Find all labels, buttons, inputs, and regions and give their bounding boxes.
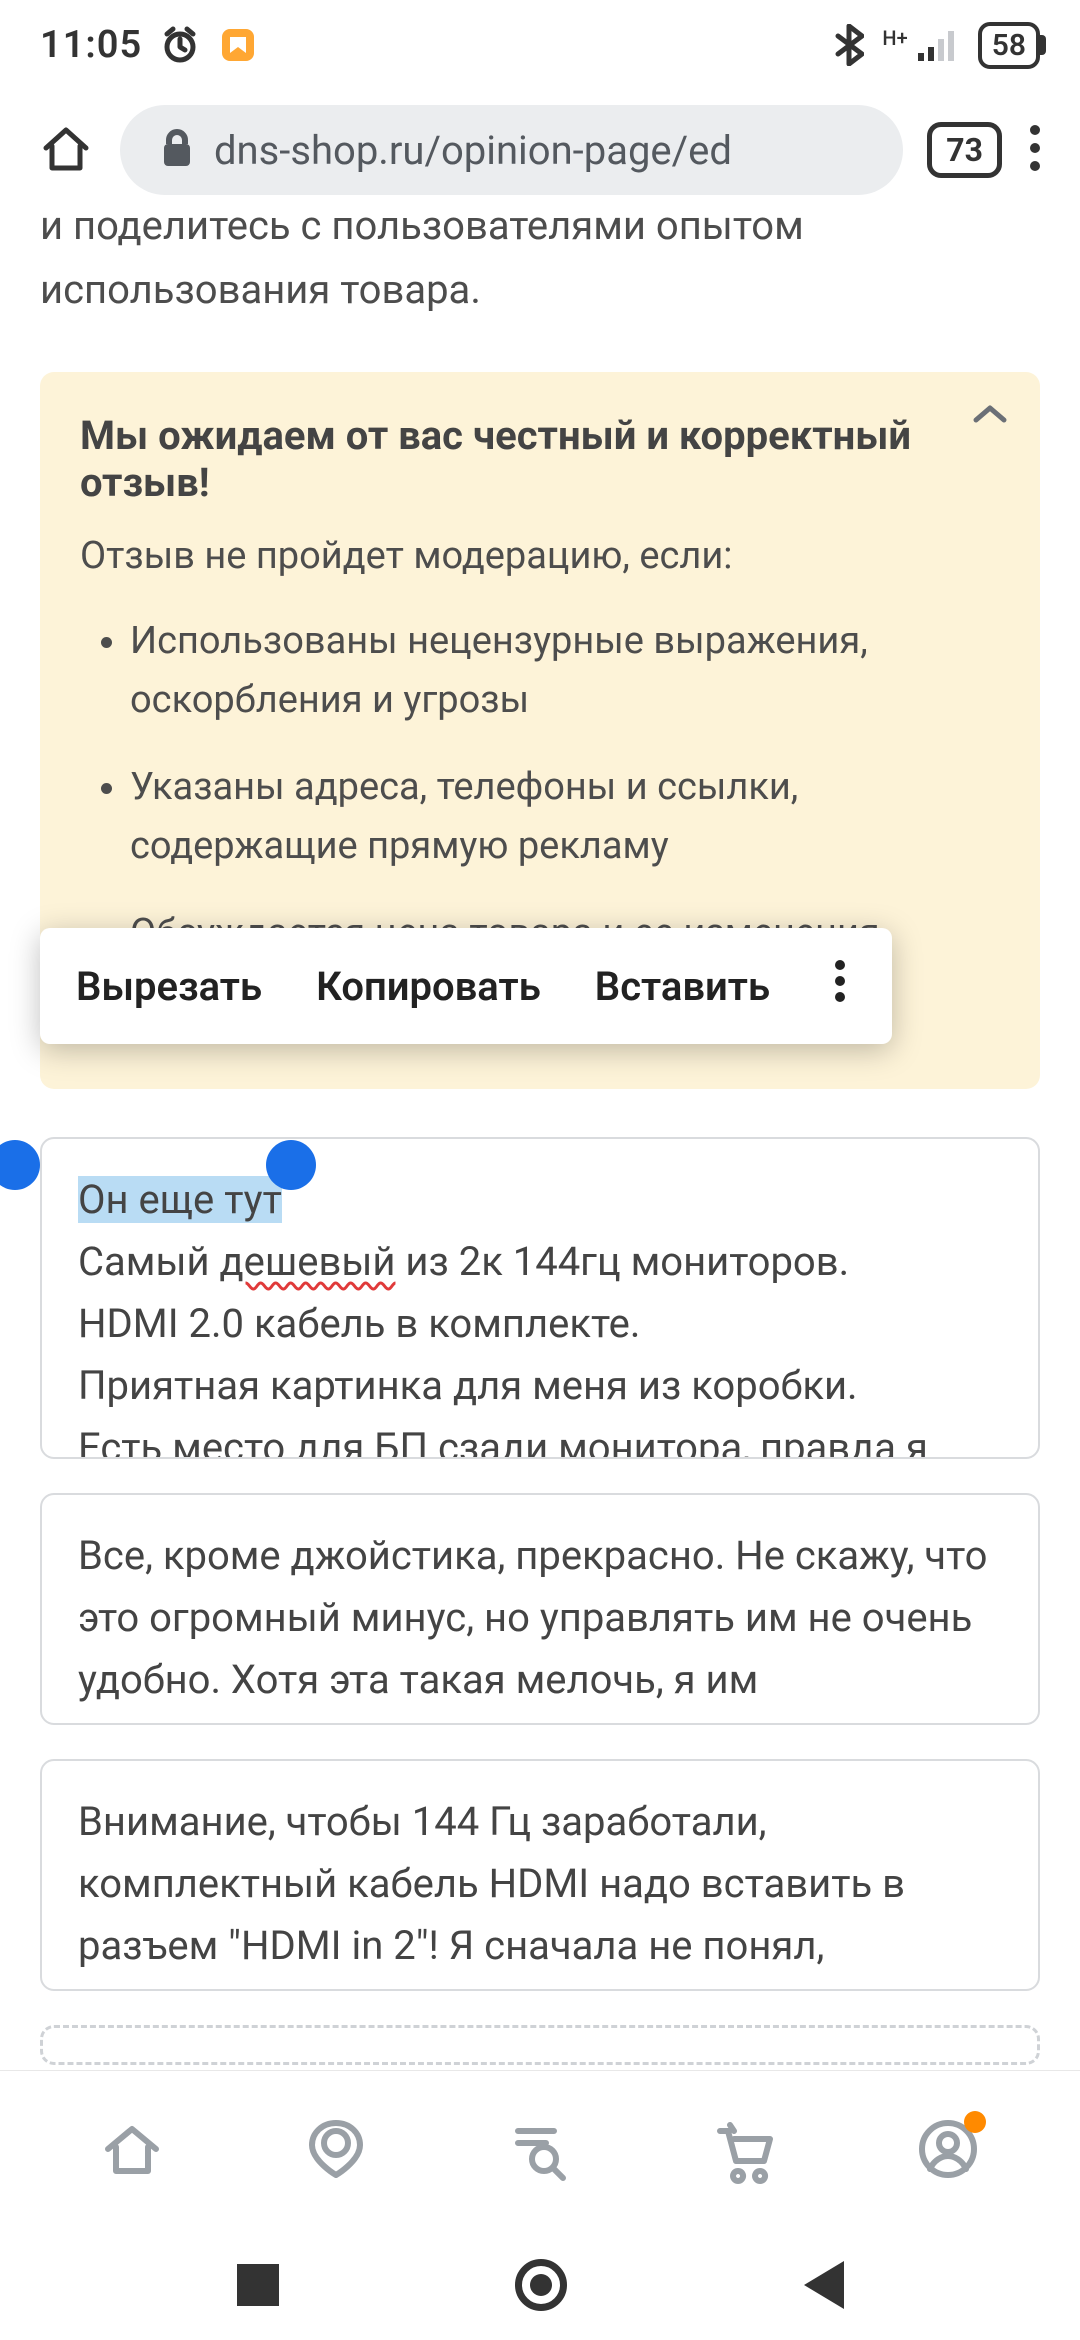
- site-bottom-nav: [0, 2070, 1080, 2230]
- context-more-button[interactable]: [824, 958, 856, 1014]
- selection-start-handle[interactable]: [0, 1140, 40, 1190]
- network-type-label: H+: [882, 28, 907, 48]
- lock-icon: [160, 128, 194, 172]
- browser-menu-button[interactable]: [1026, 122, 1044, 178]
- signal-icon: [916, 27, 960, 63]
- nav-cart-button[interactable]: [708, 2113, 780, 2189]
- field1-line3: HDMI 2.0 кабель в комплекте.: [78, 1300, 640, 1347]
- system-home-button[interactable]: [515, 2259, 567, 2311]
- field1-line5: Есть место для БП сзади монитора, правда…: [78, 1424, 928, 1459]
- review-comment-field[interactable]: Внимание, чтобы 144 Гц заработали, компл…: [40, 1759, 1040, 1991]
- field1-line4: Приятная картинка для меня из коробки.: [78, 1362, 858, 1409]
- status-time: 11:05: [40, 23, 142, 67]
- tab-switcher-button[interactable]: 73: [927, 122, 1002, 178]
- review-pros-field[interactable]: Он еще тут Самый дешевый из 2к 144гц мон…: [40, 1137, 1040, 1459]
- context-cut[interactable]: Вырезать: [76, 963, 262, 1010]
- field2-text: Все, кроме джойстика, прекрасно. Не скаж…: [78, 1532, 987, 1703]
- context-copy[interactable]: Копировать: [316, 963, 541, 1010]
- page-content: и поделитесь с пользователями опытом исп…: [0, 210, 1080, 2070]
- notification-app-icon: [218, 25, 258, 65]
- system-nav-bar: [0, 2230, 1080, 2340]
- nav-profile-button[interactable]: [912, 2113, 984, 2189]
- selection-end-handle[interactable]: [266, 1140, 316, 1190]
- battery-indicator: 58: [978, 22, 1040, 69]
- notice-subtitle: Отзыв не пройдет модерацию, если:: [80, 534, 1000, 578]
- field1-line2-post: из 2к 144гц мониторов.: [395, 1238, 849, 1285]
- intro-text: и поделитесь с пользователями опытом исп…: [40, 210, 1040, 322]
- url-bar[interactable]: dns-shop.ru/opinion-page/ed: [120, 105, 903, 195]
- selected-text: Он еще тут: [78, 1176, 282, 1223]
- system-back-button[interactable]: [804, 2261, 844, 2309]
- field3-text: Внимание, чтобы 144 Гц заработали, компл…: [78, 1798, 905, 1969]
- notice-item: Использованы нецензурные выражения, оско…: [130, 612, 1000, 730]
- context-paste[interactable]: Вставить: [595, 963, 770, 1010]
- nav-stores-button[interactable]: [300, 2113, 372, 2189]
- field1-line2-pre: Самый: [78, 1238, 220, 1285]
- browser-home-button[interactable]: [36, 118, 96, 182]
- battery-pct: 58: [992, 28, 1026, 63]
- attachment-dropzone[interactable]: [40, 2025, 1040, 2065]
- nav-catalog-search-button[interactable]: [504, 2113, 576, 2189]
- notice-title: Мы ожидаем от вас честный и корректный о…: [80, 412, 1000, 506]
- field1-misspelled-word: дешевый: [220, 1238, 396, 1285]
- text-context-menu: Вырезать Копировать Вставить: [40, 928, 892, 1044]
- status-bar: 11:05 H+ 58: [0, 0, 1080, 90]
- profile-notification-dot: [964, 2111, 986, 2133]
- collapse-chevron-icon[interactable]: [968, 392, 1012, 440]
- tab-count-label: 73: [946, 131, 983, 169]
- browser-toolbar: dns-shop.ru/opinion-page/ed 73: [0, 90, 1080, 210]
- url-text: dns-shop.ru/opinion-page/ed: [214, 127, 732, 174]
- bluetooth-icon: [834, 24, 864, 66]
- system-recents-button[interactable]: [237, 2264, 279, 2306]
- alarm-icon: [160, 25, 200, 65]
- review-cons-field[interactable]: Все, кроме джойстика, прекрасно. Не скаж…: [40, 1493, 1040, 1725]
- notice-item: Указаны адреса, телефоны и ссылки, содер…: [130, 758, 1000, 876]
- nav-home-button[interactable]: [96, 2113, 168, 2189]
